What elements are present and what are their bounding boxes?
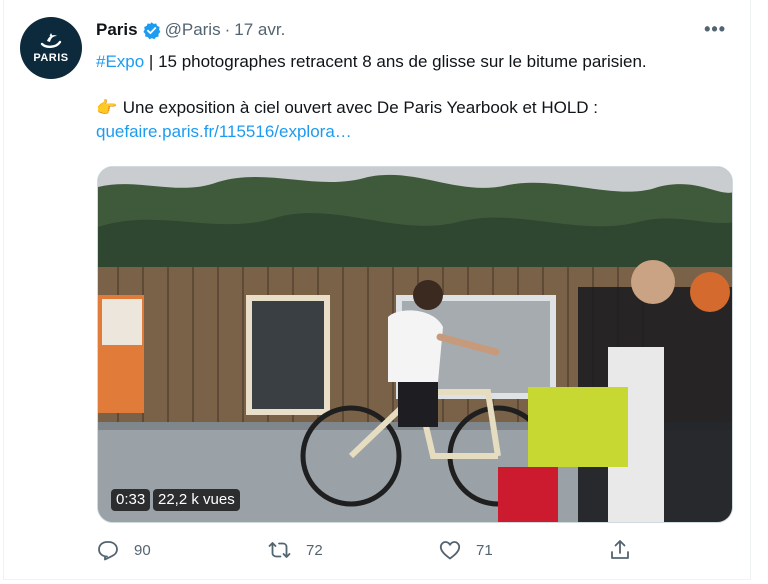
heart-icon: [438, 538, 476, 562]
avatar[interactable]: PARIS: [20, 17, 82, 79]
tweet-line-2-text: Une exposition à ciel ouvert avec De Par…: [118, 98, 599, 117]
author-name[interactable]: Paris: [96, 20, 138, 40]
paris-logo-icon: [38, 32, 64, 50]
video-duration-badge: 0:33: [111, 489, 151, 511]
like-count: 71: [476, 541, 493, 559]
retweet-count: 72: [306, 541, 323, 559]
header-separator: ·: [224, 20, 231, 39]
retweet-icon: [268, 538, 306, 562]
hashtag-link[interactable]: #Expo: [96, 52, 144, 71]
tweet-text: #Expo | 15 photographes retracent 8 ans …: [96, 50, 736, 144]
tweet-actions: 90 72 71: [96, 538, 636, 568]
tweet-line-1-text: | 15 photographes retracent 8 ans de gli…: [144, 52, 647, 71]
reply-count: 90: [134, 541, 151, 559]
share-icon: [608, 538, 646, 562]
video-frame: [98, 167, 732, 522]
verified-badge-icon: [142, 21, 161, 40]
tweet-line-2: 👉 Une exposition à ciel ouvert avec De P…: [96, 96, 736, 120]
reply-button[interactable]: 90: [96, 538, 151, 562]
video-player[interactable]: 0:33 22,2 k vues: [97, 166, 733, 523]
like-button[interactable]: 71: [438, 538, 493, 562]
more-icon[interactable]: •••: [704, 20, 726, 38]
retweet-button[interactable]: 72: [268, 538, 323, 562]
reply-icon: [96, 538, 134, 562]
tweet-card[interactable]: PARIS Paris @Paris · 17 avr. ••• #Expo |…: [3, 0, 751, 580]
avatar-label: PARIS: [33, 52, 69, 64]
share-button[interactable]: [608, 538, 646, 562]
author-handle[interactable]: @Paris: [165, 20, 221, 40]
video-views-badge: 22,2 k vues: [153, 489, 240, 511]
pointing-hand-icon: 👉: [96, 98, 118, 117]
tweet-timestamp[interactable]: 17 avr.: [234, 20, 285, 40]
tweet-line-1: #Expo | 15 photographes retracent 8 ans …: [96, 50, 736, 74]
tweet-header: Paris @Paris · 17 avr.: [96, 20, 285, 40]
external-link[interactable]: quefaire.paris.fr/115516/explora…: [96, 122, 352, 141]
